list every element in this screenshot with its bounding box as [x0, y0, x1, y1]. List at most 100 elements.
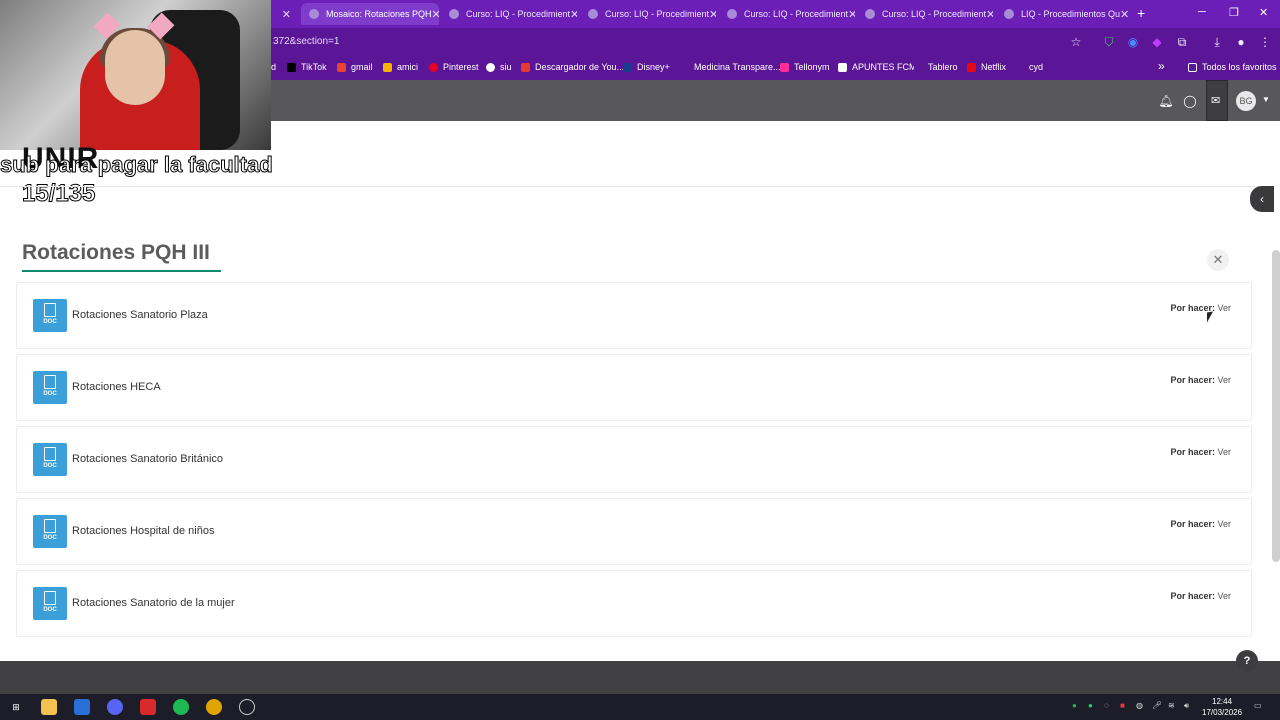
restore-icon[interactable]: ❐ — [1229, 6, 1239, 19]
star-icon[interactable]: ☆ — [1069, 35, 1083, 49]
bookmark-item[interactable]: Medicina Transpare... — [680, 62, 781, 72]
bookmark-item[interactable]: Tellonym — [780, 62, 830, 72]
bookmark-item[interactable]: Disney+ — [623, 62, 670, 72]
activity-row[interactable]: DOC Rotaciones Sanatorio Plaza Por hacer… — [16, 282, 1252, 349]
windows-taskbar: ⊞ ● ● ◌ ■ ◍ 🎤︎ ≋ 🔊︎ 12:44 17/03/2026 ▭ — [0, 694, 1280, 720]
tab-close-icon[interactable]: ✕ — [848, 8, 855, 21]
drawer-toggle-chevron-left-icon[interactable]: ‹ — [1250, 186, 1274, 212]
chat-bubble-icon[interactable]: ◯ — [1182, 94, 1198, 108]
discord-icon[interactable] — [107, 699, 123, 715]
close-module-button[interactable]: ✕ — [1207, 249, 1229, 271]
tab-label: Curso: LIQ - Procedimient — [744, 9, 849, 19]
bookmark-item[interactable]: Tablero — [914, 62, 958, 72]
tab-close-icon[interactable]: ✕ — [282, 8, 291, 21]
activity-name[interactable]: Rotaciones Sanatorio Plaza — [72, 309, 208, 321]
activity-name[interactable]: Rotaciones Sanatorio Británico — [72, 453, 223, 465]
store-icon[interactable] — [74, 699, 90, 715]
activity-row[interactable]: DOC Rotaciones Hospital de niños Por hac… — [16, 498, 1252, 565]
bookmark-item[interactable]: TikTok — [287, 62, 327, 72]
tab-close-icon[interactable]: ✕ — [1120, 8, 1129, 21]
activity-row[interactable]: DOC Rotaciones Sanatorio Británico Por h… — [16, 426, 1252, 493]
scrollbar[interactable] — [1272, 250, 1280, 562]
spotify-tray-icon[interactable]: ● — [1072, 701, 1077, 710]
chrome-icon[interactable] — [206, 699, 222, 715]
site-favicon-icon — [588, 9, 598, 19]
menu-kebab-icon[interactable]: ⋮ — [1258, 35, 1272, 49]
download-bookmark-icon — [521, 62, 530, 72]
pinterest-icon — [429, 62, 438, 72]
tab-6[interactable]: LIQ - Procedimientos Qu ✕ — [996, 3, 1130, 25]
tab-close-icon[interactable]: ✕ — [432, 8, 439, 21]
extension-icon[interactable]: ◆ — [1150, 35, 1164, 49]
file-explorer-icon[interactable] — [41, 699, 57, 715]
activity-row[interactable]: DOC Rotaciones HECA Por hacer: Ver — [16, 354, 1252, 421]
pdf-reader-icon[interactable] — [140, 699, 156, 715]
site-favicon-icon — [309, 9, 319, 19]
bookmark-item[interactable]: cyd — [1015, 62, 1043, 72]
tab-3[interactable]: Curso: LIQ - Procedimient ✕ — [580, 3, 716, 25]
tab-close-icon[interactable]: ✕ — [570, 8, 577, 21]
spotify-icon[interactable] — [173, 699, 189, 715]
tab-close-icon[interactable]: ✕ — [709, 8, 716, 21]
bookmark-item[interactable]: gmail — [337, 62, 373, 72]
activity-name[interactable]: Rotaciones Hospital de niños — [72, 525, 214, 537]
disney-icon — [623, 62, 632, 72]
tellonym-icon — [780, 62, 789, 72]
puzzle-icon[interactable]: ⧉ — [1175, 35, 1189, 49]
microphone-icon[interactable]: 🎤︎ — [1152, 701, 1162, 710]
activity-status: Por hacer: Ver — [1170, 519, 1231, 529]
mail-icon: ✉ — [1211, 95, 1221, 107]
activity-status: Por hacer: Ver — [1170, 447, 1231, 457]
notification-center-icon[interactable]: ▭ — [1254, 701, 1262, 710]
bookmark-item[interactable]: d — [271, 62, 276, 72]
mouse-pointer-icon — [1207, 311, 1213, 323]
new-tab-icon[interactable]: + — [1137, 5, 1145, 21]
tab-close-icon[interactable]: ✕ — [986, 8, 993, 21]
bookmark-item[interactable]: Netflix — [967, 62, 1006, 72]
tab-4[interactable]: Curso: LIQ - Procedimient ✕ — [719, 3, 855, 25]
stream-caption: sub para pagar la facultad — [0, 152, 273, 178]
netflix-icon — [967, 62, 976, 72]
close-window-icon[interactable]: ✕ — [1259, 6, 1268, 19]
tray-icon[interactable]: ■ — [1120, 701, 1125, 710]
notification-bell-icon[interactable]: 🔔︎ — [1158, 94, 1174, 108]
all-favorites-folder[interactable]: Todos los favoritos — [1188, 62, 1277, 72]
whatsapp-tray-icon[interactable]: ● — [1088, 701, 1093, 710]
url-text[interactable]: 372&section=1 — [273, 36, 339, 47]
system-clock[interactable]: 12:44 17/03/2026 — [1202, 696, 1242, 718]
help-button[interactable]: ? — [1236, 650, 1258, 672]
tab-5[interactable]: Curso: LIQ - Procedimient ✕ — [857, 3, 993, 25]
activity-status: Por hacer: Ver — [1170, 303, 1231, 313]
chevron-down-icon[interactable]: ▼ — [1262, 95, 1270, 104]
wifi-icon[interactable]: ≋ — [1168, 701, 1175, 710]
bookmark-item[interactable]: siu — [486, 62, 512, 72]
gmail-icon — [337, 62, 346, 72]
shield-extension-icon[interactable]: ⛉ — [1102, 35, 1116, 49]
activity-status: Por hacer: Ver — [1170, 375, 1231, 385]
tab-label: Curso: LIQ - Procedimient — [466, 9, 571, 19]
bookmark-item[interactable]: APUNTES FCM — [838, 62, 917, 72]
activity-row[interactable]: DOC Rotaciones Sanatorio de la mujer Por… — [16, 570, 1252, 637]
volume-icon[interactable]: 🔊︎ — [1184, 701, 1189, 711]
avatar[interactable]: BG — [1236, 91, 1256, 111]
minimize-icon[interactable]: ─ — [1198, 6, 1206, 18]
bookmark-item[interactable]: Descargador de You... — [521, 62, 624, 72]
download-icon[interactable]: ⤓ — [1210, 35, 1224, 49]
module-title: Rotaciones PQH III — [22, 241, 210, 264]
windows-start-icon[interactable]: ⊞ — [8, 699, 24, 715]
tray-icon[interactable]: ◍ — [1136, 701, 1143, 710]
extension-icon[interactable]: ◉ — [1126, 35, 1140, 49]
more-bookmarks-icon[interactable]: » — [1158, 59, 1165, 73]
tab-1[interactable]: Mosaico: Rotaciones PQH ✕ — [301, 3, 439, 25]
tab-2[interactable]: Curso: LIQ - Procedimient ✕ — [441, 3, 577, 25]
bookmark-item[interactable]: amici — [383, 62, 418, 72]
bookmark-item[interactable]: Pinterest — [429, 62, 479, 72]
tray-icon[interactable]: ◌ — [1104, 701, 1109, 710]
activity-name[interactable]: Rotaciones HECA — [72, 381, 161, 393]
globe-icon — [486, 62, 495, 72]
tab-label: LIQ - Procedimientos Qu — [1021, 9, 1121, 19]
profile-icon[interactable]: ● — [1234, 35, 1248, 49]
activity-name[interactable]: Rotaciones Sanatorio de la mujer — [72, 597, 235, 609]
mail-button[interactable]: ✉ — [1206, 80, 1228, 121]
obs-icon[interactable] — [239, 699, 255, 715]
